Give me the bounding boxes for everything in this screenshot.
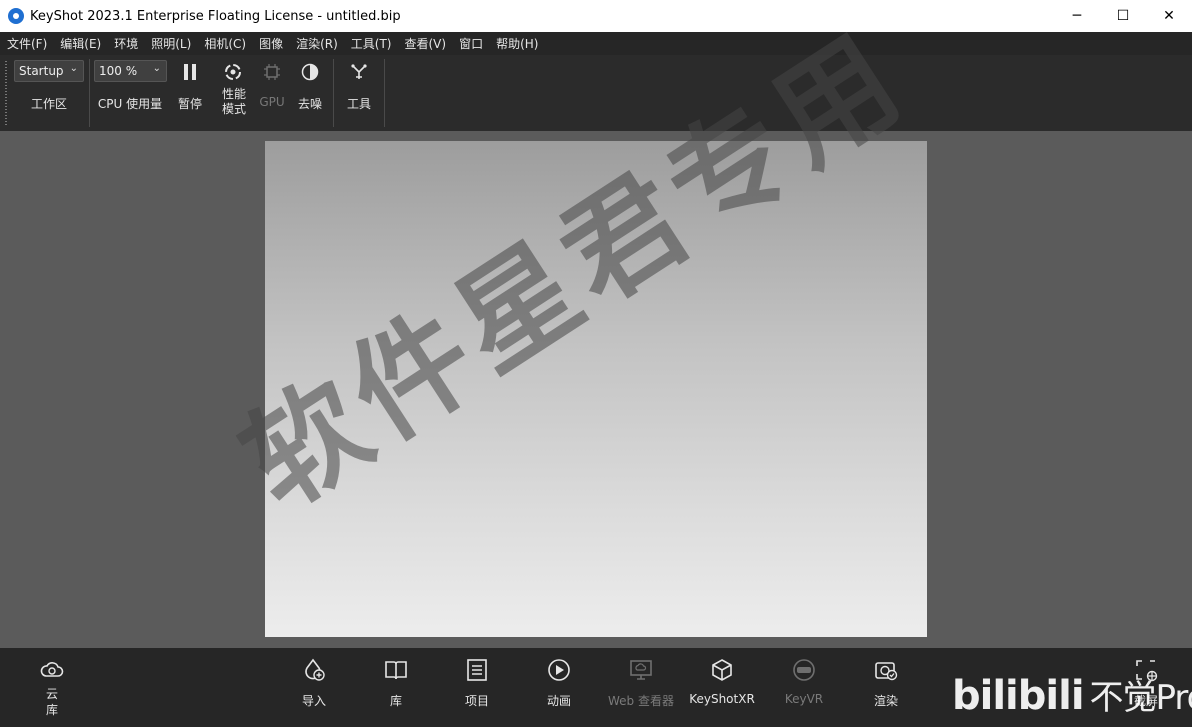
keyshotxr-button[interactable]: KeyShotXR [682,648,762,727]
menu-edit[interactable]: 编辑(E) [53,35,107,52]
denoise-icon[interactable] [297,61,323,83]
animation-button[interactable]: 动画 [519,648,599,727]
keyshotxr-label: KeyShotXR [689,692,755,706]
menu-environment[interactable]: 环境 [107,35,144,52]
keyshotxr-icon [712,659,732,681]
project-label: 项目 [464,694,489,708]
keyshot-logo-icon [8,8,24,24]
web-viewer-icon [630,660,652,680]
menu-render[interactable]: 渲染(R) [289,35,344,52]
cpu-usage-label: CPU 使用量 [97,97,163,111]
tools-label: 工具 [346,97,371,111]
toolbar-divider [333,59,334,127]
pause-icon[interactable] [177,61,203,83]
animation-icon [548,659,570,681]
toolbar-grip[interactable] [5,61,7,125]
render-icon [875,662,898,681]
project-button[interactable]: 项目 [437,648,517,727]
import-label: 导入 [301,694,326,708]
keyvr-icon [793,659,815,681]
animation-label: 动画 [546,694,571,708]
cloud-label-line1: 云 [45,687,58,701]
project-icon [467,659,487,681]
cloud-library-button[interactable]: 云 库 [12,648,92,727]
performance-label-line2: 模式 [221,102,246,116]
window-title: KeyShot 2023.1 Enterprise Floating Licen… [30,8,401,24]
keyvr-button[interactable]: KeyVR [764,648,844,727]
gpu-chip-icon[interactable] [259,61,285,83]
menu-view[interactable]: 查看(V) [397,35,452,52]
title-bar: KeyShot 2023.1 Enterprise Floating Licen… [0,0,1192,32]
menu-lighting[interactable]: 照明(L) [144,35,197,52]
workspace-label: 工作区 [30,97,67,111]
library-label: 库 [389,694,402,708]
cloud-label-line2: 库 [45,703,58,717]
menu-file[interactable]: 文件(F) [0,35,53,52]
performance-mode-label: 性能 模式 [214,87,254,117]
tools-icon[interactable] [346,61,372,83]
menu-tools[interactable]: 工具(T) [344,35,398,52]
cpu-usage-select[interactable]: 100 % ⌄ [94,60,167,82]
menu-window[interactable]: 窗口 [452,35,489,52]
keyvr-label: KeyVR [784,692,824,706]
menu-image[interactable]: 图像 [252,35,289,52]
render-viewport[interactable]: 软件星君专用 [0,6,1192,648]
menu-camera[interactable]: 相机(C) [197,35,252,52]
web-viewer-button[interactable]: Web 查看器 [601,648,681,727]
import-icon [305,658,325,681]
performance-mode-icon[interactable] [220,61,246,83]
close-button[interactable]: ✕ [1146,0,1192,32]
performance-label-line1: 性能 [221,87,246,101]
web-viewer-label: Web 查看器 [608,694,674,708]
library-button[interactable]: 库 [356,648,436,727]
denoise-label: 去噪 [297,97,322,111]
minimize-button[interactable]: ─ [1054,0,1100,32]
bilibili-logo-text: bilibili [952,673,1085,719]
toolbar-divider [384,59,385,127]
workspace-select[interactable]: Startup ⌄ [14,60,84,82]
bilibili-watermark: bilibili不觉Pro [952,670,1192,719]
pause-label: 暂停 [177,97,202,111]
chevron-down-icon: ⌄ [69,63,78,74]
menu-bar: 文件(F) 编辑(E) 环境 照明(L) 相机(C) 图像 渲染(R) 工具(T… [0,32,1192,55]
toolbar-divider [89,59,90,127]
uploader-name: 不觉Pro [1089,678,1192,718]
import-button[interactable]: 导入 [274,648,354,727]
library-icon [385,661,407,680]
render-label: 渲染 [873,694,898,708]
maximize-button[interactable]: ☐ [1100,0,1146,32]
render-button[interactable]: 渲染 [846,648,926,727]
workspace-value: Startup [19,64,64,78]
ribbon-toolbar: Startup ⌄ 工作区 100 % ⌄ CPU 使用量 暂停 性能 模式 G… [0,55,1192,132]
menu-help[interactable]: 帮助(H) [489,35,544,52]
window-controls: ─ ☐ ✕ [1054,0,1192,32]
cloud-icon [40,662,64,677]
cloud-library-label: 云 库 [12,686,92,718]
chevron-down-icon: ⌄ [152,63,161,74]
gpu-label: GPU [259,95,285,109]
cpu-usage-value: 100 % [99,64,138,78]
